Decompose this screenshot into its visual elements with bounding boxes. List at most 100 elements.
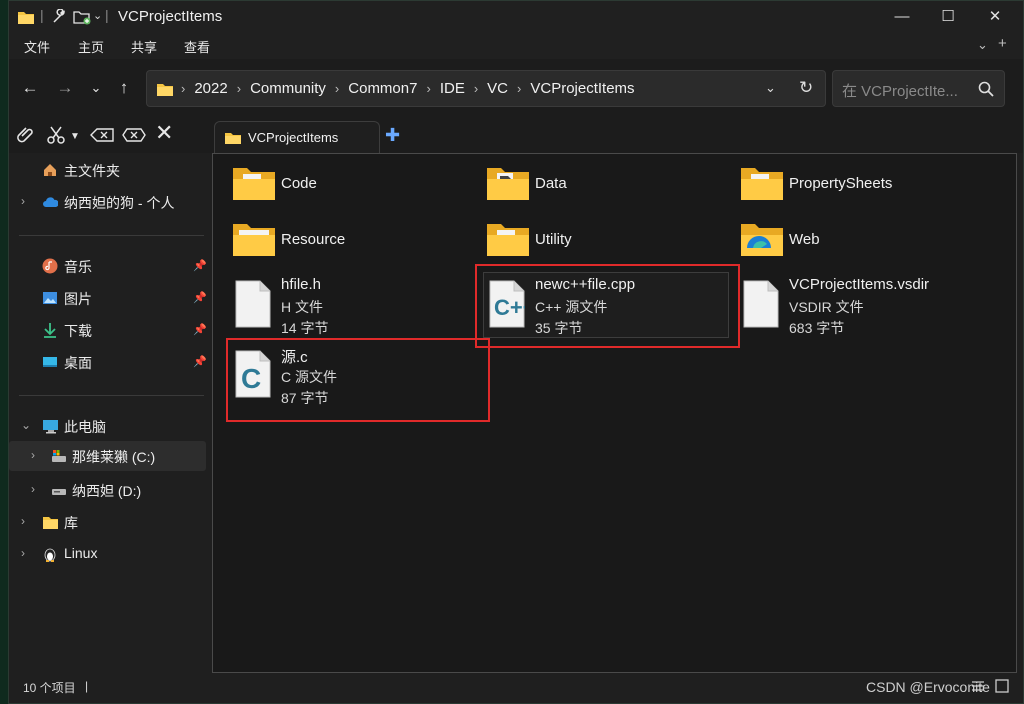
new-folder-icon[interactable] xyxy=(73,9,91,25)
address-bar[interactable]: › 2022 › Community › Common7 › IDE › VC … xyxy=(146,70,826,107)
pictures-icon xyxy=(43,292,57,304)
title-separator: | xyxy=(40,7,44,23)
scissors-icon[interactable] xyxy=(46,125,66,145)
collapse-chevron-icon[interactable]: ⌄ xyxy=(21,418,31,432)
expand-chevron-icon[interactable]: › xyxy=(31,482,35,496)
sidebar-item-label: 主文件夹 xyxy=(64,163,120,179)
menu-home[interactable]: 主页 xyxy=(78,37,104,56)
forward-button[interactable]: → xyxy=(54,79,76,97)
watermark: CSDN @Ervoconite xyxy=(866,679,990,695)
maximize-button[interactable]: ☐ xyxy=(938,7,958,27)
paperclip-icon[interactable] xyxy=(16,125,36,145)
sidebar-item-library[interactable]: › 库 xyxy=(9,507,206,537)
sidebar-item-desktop[interactable]: 桌面 📌 xyxy=(9,347,207,377)
breadcrumb-item[interactable]: Community xyxy=(250,80,326,97)
folder-item[interactable]: Code xyxy=(231,162,481,214)
properties-icon[interactable] xyxy=(51,9,67,25)
divider xyxy=(19,235,204,236)
quick-access-chevron-icon[interactable]: ⌄ xyxy=(93,9,102,22)
sidebar-item-linux[interactable]: › Linux xyxy=(9,539,206,569)
clear-icon[interactable] xyxy=(121,125,147,145)
breadcrumb-item[interactable]: VC xyxy=(487,80,508,97)
expand-chevron-icon[interactable]: › xyxy=(21,194,25,208)
folder-icon xyxy=(233,224,275,256)
folder-icon xyxy=(487,168,529,200)
sidebar-item-home[interactable]: 主文件夹 xyxy=(9,155,206,185)
breadcrumb-item[interactable]: Common7 xyxy=(348,80,417,97)
sidebar-item-music[interactable]: 音乐 📌 xyxy=(9,251,207,281)
refresh-icon[interactable]: ↻ xyxy=(799,78,813,98)
breadcrumb-chevron-icon[interactable]: › xyxy=(517,81,521,96)
expand-chevron-icon[interactable]: › xyxy=(21,546,25,560)
sidebar-item-label: 下载 xyxy=(64,323,92,339)
help-icon[interactable]: + xyxy=(998,35,1007,52)
ribbon-expand-icon[interactable]: ⌄ xyxy=(977,37,988,53)
sidebar-item-downloads[interactable]: 下载 📌 xyxy=(9,315,207,345)
file-size: 14 字节 xyxy=(281,320,329,336)
file-item[interactable]: hfile.h H 文件 14 字节 xyxy=(231,276,481,346)
breadcrumb-chevron-icon[interactable]: › xyxy=(474,81,478,96)
folder-item[interactable]: Resource xyxy=(231,218,481,270)
breadcrumb-chevron-icon[interactable]: › xyxy=(426,81,430,96)
title-separator: | xyxy=(105,7,109,23)
search-input[interactable]: 在 VCProjectIte... xyxy=(832,70,1005,107)
folder-item[interactable]: Utility xyxy=(485,218,735,270)
tab-vcprojectitems[interactable]: VCProjectItems xyxy=(214,121,380,153)
menu-file[interactable]: 文件 xyxy=(24,37,50,56)
home-icon xyxy=(44,164,56,176)
close-button[interactable]: ✕ xyxy=(985,7,1005,27)
breadcrumb-chevron-icon[interactable]: › xyxy=(237,81,241,96)
navigation-pane: 主文件夹 › 纳西妲的狗 - 个人 音乐 📌 图片 📌 下载 📌 桌面 📌 ⌄ … xyxy=(9,153,212,673)
backspace-icon[interactable] xyxy=(89,125,115,145)
breadcrumb-item-current[interactable]: VCProjectItems xyxy=(530,80,634,97)
file-item[interactable]: VCProjectItems.vsdir VSDIR 文件 683 字节 xyxy=(739,276,989,346)
back-button[interactable]: ← xyxy=(19,79,41,97)
linux-icon xyxy=(44,548,56,562)
sidebar-item-drive-d[interactable]: › 纳西妲 (D:) xyxy=(9,475,206,505)
folder-name: Resource xyxy=(281,231,346,248)
library-icon xyxy=(43,517,58,529)
sidebar-item-pictures[interactable]: 图片 📌 xyxy=(9,283,207,313)
cut-dropdown-chevron-icon[interactable]: ▼ xyxy=(70,127,80,147)
sidebar-item-label: 图片 xyxy=(64,291,92,307)
sidebar-item-drive-c[interactable]: › 那维莱獭 (C:) xyxy=(9,441,206,471)
download-icon xyxy=(44,323,56,338)
file-list-pane[interactable]: Code Data PropertySheets Resource Utilit… xyxy=(212,153,1017,673)
pin-icon[interactable]: 📌 xyxy=(193,323,207,336)
minimize-button[interactable]: — xyxy=(892,7,912,27)
sidebar-item-this-pc[interactable]: ⌄ 此电脑 xyxy=(9,411,206,441)
folder-name: PropertySheets xyxy=(789,175,893,192)
folder-item[interactable]: PropertySheets xyxy=(739,162,989,214)
breadcrumb-item[interactable]: IDE xyxy=(440,80,465,97)
close-icon[interactable]: ✕ xyxy=(155,122,173,144)
menu-share[interactable]: 共享 xyxy=(131,37,157,56)
sidebar-item-label: 那维莱獭 (C:) xyxy=(72,449,156,465)
pin-icon[interactable]: 📌 xyxy=(193,291,207,304)
sidebar-item-label: 库 xyxy=(64,515,78,531)
sidebar-item-label: 桌面 xyxy=(64,355,92,371)
onedrive-icon xyxy=(43,197,58,207)
breadcrumb-item[interactable]: 2022 xyxy=(194,80,227,97)
folder-item[interactable]: Data xyxy=(485,162,735,214)
breadcrumb-chevron-icon[interactable]: › xyxy=(335,81,339,96)
folder-icon[interactable] xyxy=(17,9,35,25)
search-icon[interactable] xyxy=(978,81,994,97)
status-separator: | xyxy=(85,679,89,693)
pin-icon[interactable]: 📌 xyxy=(193,259,207,272)
recent-locations-button[interactable]: ⌄ xyxy=(85,79,107,97)
pin-icon[interactable]: 📌 xyxy=(193,355,207,368)
breadcrumb-chevron-icon[interactable]: › xyxy=(181,81,185,96)
folder-item[interactable]: Web xyxy=(739,218,989,270)
sidebar-item-label: 此电脑 xyxy=(64,419,106,435)
menu-view[interactable]: 查看 xyxy=(184,37,210,56)
h-file-icon xyxy=(235,280,271,328)
folder-icon xyxy=(741,224,783,256)
tiles-view-icon[interactable] xyxy=(995,679,1009,693)
sidebar-item-onedrive[interactable]: › 纳西妲的狗 - 个人 xyxy=(9,187,206,217)
sidebar-item-label: 音乐 xyxy=(64,259,92,275)
add-tab-icon[interactable]: ✚ xyxy=(385,126,400,144)
expand-chevron-icon[interactable]: › xyxy=(21,514,25,528)
expand-chevron-icon[interactable]: › xyxy=(31,448,35,462)
address-history-chevron-icon[interactable]: ⌄ xyxy=(765,80,776,96)
up-button[interactable]: ↑ xyxy=(113,79,135,97)
